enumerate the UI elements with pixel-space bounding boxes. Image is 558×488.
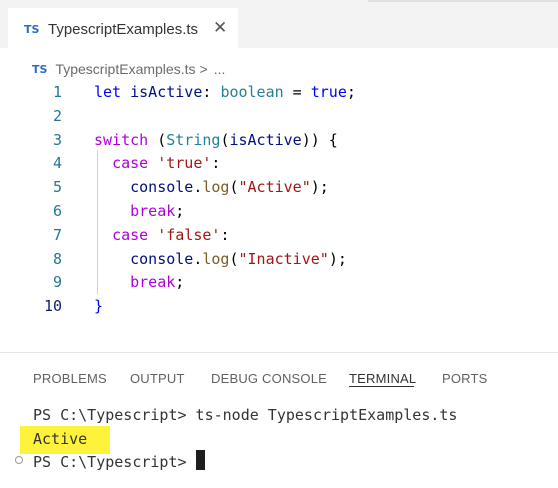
line-number: 4 [52,154,62,173]
tab-output[interactable]: OUTPUT [130,371,185,386]
code-text: break; [94,270,184,294]
code-line[interactable]: 1 let isActive: boolean = true; [0,80,558,104]
code-line[interactable]: 5 console.log("Active"); [0,175,558,199]
code-token: 'false' [157,225,221,244]
typescript-file-icon: TS [32,62,48,76]
breadcrumb-file[interactable]: TypescriptExamples.ts [55,61,195,77]
code-line[interactable]: 2 [0,104,558,128]
code-token: } [94,297,104,316]
line-number: 8 [52,249,62,268]
code-token: ); [310,178,329,197]
code-token: 'true' [157,154,212,173]
code-token: ; [175,202,185,220]
code-editor[interactable]: 1 let isActive: boolean = true; 2 3 switch (… [0,80,558,340]
code-token: )) { [301,130,338,149]
code-token: = [283,83,311,101]
code-token: : [211,154,221,173]
code-token: log [202,178,230,197]
code-token: ( [229,249,239,268]
typescript-file-icon: TS [24,23,40,36]
code-token: ); [328,249,347,268]
prompt-status-icon [15,456,23,464]
tab-ports[interactable]: PORTS [442,371,488,386]
tab-debug-console[interactable]: DEBUG CONSOLE [211,371,327,386]
code-text: } [94,294,103,318]
line-number: 10 [43,297,62,316]
line-number: 3 [52,130,62,149]
code-token: ; [346,83,356,101]
active-tab-indicator [349,386,414,387]
line-number: 6 [52,202,62,220]
code-token: break [130,273,176,292]
code-text: case 'false': [94,223,229,247]
code-text: break; [94,199,184,223]
tab-terminal[interactable]: TERMINAL [349,371,416,386]
code-text: case 'true': [94,151,220,175]
code-token: : [220,225,230,244]
editor-tab-bar: TS TypescriptExamples.ts ✕ [0,0,558,48]
code-token: isActive [130,83,203,101]
breadcrumb-more[interactable]: ... [214,61,226,77]
code-token: ( [148,130,167,149]
code-token: case [112,154,149,173]
code-token: case [112,225,149,244]
code-token: boolean [220,83,284,101]
code-token: ; [175,273,185,292]
code-text: console.log("Active"); [94,175,329,199]
code-token: "Inactive" [238,249,329,268]
code-line[interactable]: 7 case 'false': [0,223,558,247]
code-line[interactable]: 3 switch (String(isActive)) { [0,128,558,152]
close-icon[interactable]: ✕ [213,18,227,38]
code-token: log [202,249,230,268]
code-line[interactable]: 6 break; [0,199,558,223]
tab-problems[interactable]: PROBLEMS [33,371,107,386]
terminal-prompt[interactable]: PS C:\Typescript> [33,451,196,473]
code-token: ( [229,178,239,197]
code-token: : [202,83,221,101]
code-token: console [130,178,194,197]
code-token: let [94,83,131,101]
code-text: let isActive: boolean = true; [94,80,356,104]
breadcrumb: TS TypescriptExamples.ts > ... [32,59,225,79]
line-number: 1 [52,83,62,101]
code-text: console.log("Inactive"); [94,247,347,271]
code-token: "Active" [238,178,311,197]
code-token: isActive [229,130,302,149]
tab-bar-divider [368,0,558,2]
code-token: true [310,83,347,101]
terminal-command-line: PS C:\Typescript> ts-node TypescriptExam… [33,406,458,424]
code-line[interactable]: 10} [0,294,558,318]
line-number: 7 [52,225,62,244]
terminal-output: Active [33,430,88,448]
code-text: switch (String(isActive)) { [94,128,338,152]
code-token: switch [94,130,149,149]
line-number: 2 [52,106,62,125]
chevron-right-icon: > [199,61,208,77]
editor-tab-title: TypescriptExamples.ts [48,21,199,38]
panel-tab-bar: PROBLEMS OUTPUT DEBUG CONSOLE TERMINAL PORTS [0,352,558,396]
code-line[interactable]: 8 console.log("Inactive"); [0,247,558,271]
line-number: 9 [52,273,62,292]
editor-tab[interactable]: TS TypescriptExamples.ts ✕ [8,8,238,48]
code-token: String [166,130,221,149]
code-line[interactable]: 4 case 'true': [0,151,558,175]
line-number: 5 [52,178,62,197]
code-token: console [130,249,194,268]
code-token: break [130,202,176,220]
terminal-cursor [196,450,205,470]
code-line[interactable]: 9 break; [0,270,558,294]
